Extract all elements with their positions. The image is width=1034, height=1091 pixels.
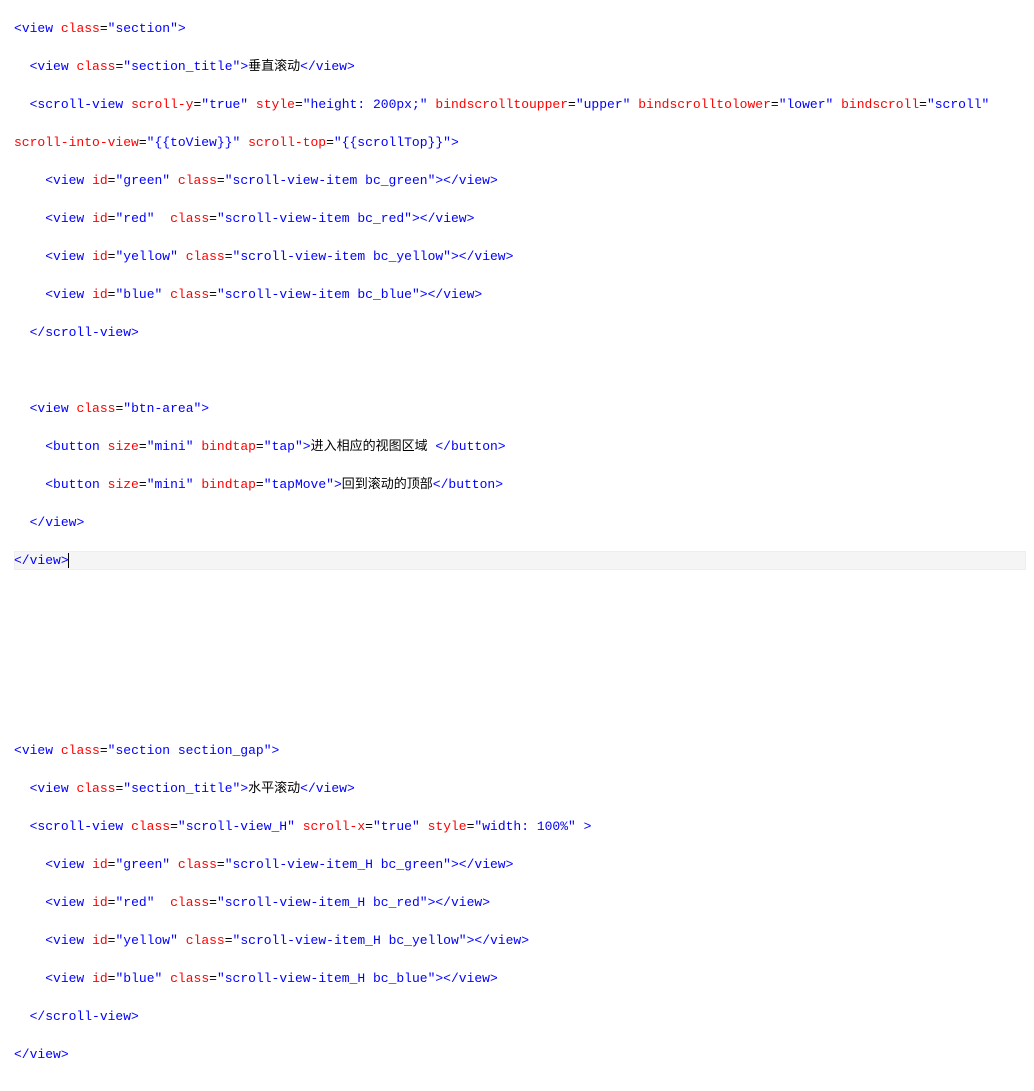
code-line: <view id="blue" class="scroll-view-item_… xyxy=(14,969,1026,988)
code-line: <scroll-view scroll-y="true" style="heig… xyxy=(14,95,1026,114)
code-line xyxy=(14,665,1026,684)
code-line xyxy=(14,703,1026,722)
code-line xyxy=(14,627,1026,646)
code-line: <view id="green" class="scroll-view-item… xyxy=(14,855,1026,874)
code-line: <view id="yellow" class="scroll-view-ite… xyxy=(14,247,1026,266)
code-line: <view class="btn-area"> xyxy=(14,399,1026,418)
code-line xyxy=(14,361,1026,380)
code-line: <view id="blue" class="scroll-view-item … xyxy=(14,285,1026,304)
code-line: </scroll-view> xyxy=(14,1007,1026,1026)
text-cursor xyxy=(68,553,69,568)
code-line: <view class="section_title">水平滚动</view> xyxy=(14,779,1026,798)
code-line: <view id="yellow" class="scroll-view-ite… xyxy=(14,931,1026,950)
code-line: <view id="red" class="scroll-view-item_H… xyxy=(14,893,1026,912)
code-line: <view class="section section_gap"> xyxy=(14,741,1026,760)
code-line xyxy=(14,589,1026,608)
code-line: <view class="section_title">垂直滚动</view> xyxy=(14,57,1026,76)
code-line: </view> xyxy=(14,513,1026,532)
code-line: scroll-into-view="{{toView}}" scroll-top… xyxy=(14,133,1026,152)
code-line: <button size="mini" bindtap="tapMove">回到… xyxy=(14,475,1026,494)
code-line: </view> xyxy=(14,1045,1026,1064)
code-editor[interactable]: <view class="section"> <view class="sect… xyxy=(0,0,1034,1091)
code-line: <view id="red" class="scroll-view-item b… xyxy=(14,209,1026,228)
code-line: <view class="section"> xyxy=(14,19,1026,38)
code-line: </scroll-view> xyxy=(14,323,1026,342)
code-line: <scroll-view class="scroll-view_H" scrol… xyxy=(14,817,1026,836)
code-line-current: </view> xyxy=(14,551,1026,570)
code-line: <view id="green" class="scroll-view-item… xyxy=(14,171,1026,190)
code-line: <button size="mini" bindtap="tap">进入相应的视… xyxy=(14,437,1026,456)
